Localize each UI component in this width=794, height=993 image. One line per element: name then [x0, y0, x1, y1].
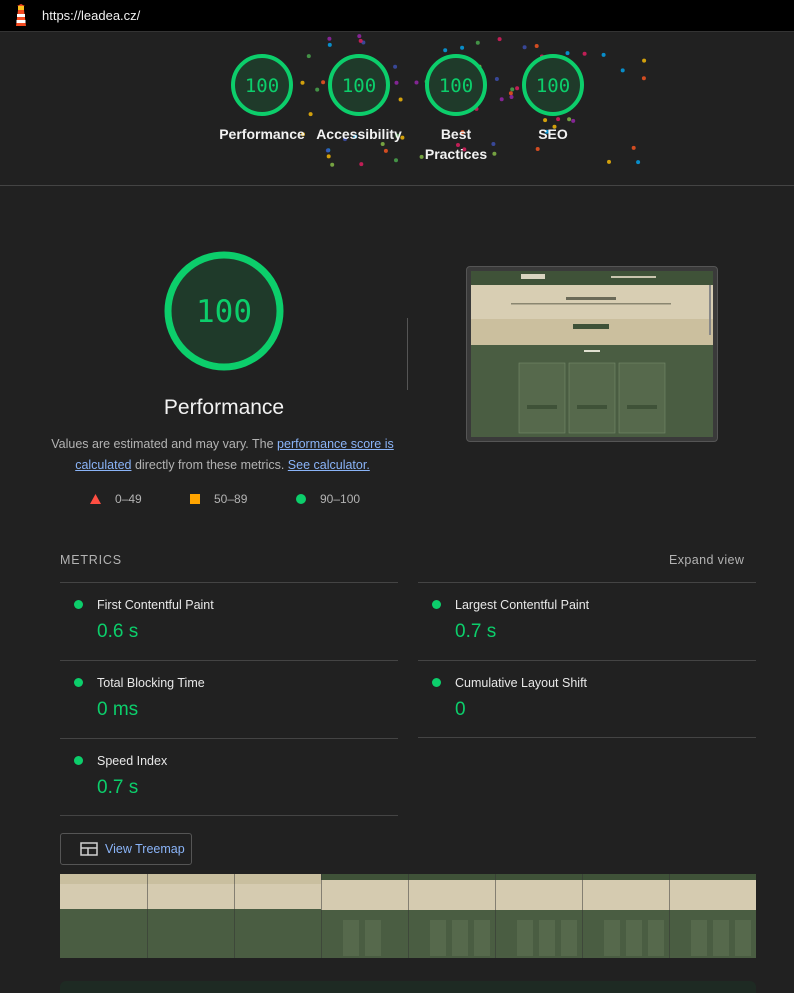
confetti-dot: [475, 40, 480, 45]
metric-name: Cumulative Layout Shift: [455, 676, 588, 690]
performance-title: Performance: [163, 396, 285, 419]
next-section-panel: [60, 981, 756, 993]
filmstrip-frame: [60, 874, 147, 958]
legend-fail: 0–49: [90, 492, 142, 506]
confetti-dot: [641, 76, 646, 81]
gauge-label-line1: Best: [440, 126, 472, 142]
pass-dot-icon: [74, 756, 83, 765]
confetti-dot: [326, 154, 331, 159]
performance-gauge: 100: [164, 251, 284, 371]
svg-text:100: 100: [196, 294, 252, 330]
gauge-performance[interactable]: 100 Performance: [207, 52, 317, 144]
gauge-seo[interactable]: 100 SEO: [498, 52, 608, 144]
confetti-dot: [497, 37, 502, 42]
pass-dot-icon: [74, 678, 83, 687]
filmstrip-frame: [582, 874, 669, 958]
confetti-dot: [325, 148, 330, 153]
gauge-label-line2: Practices: [424, 146, 488, 162]
desc-mid: directly from these metrics.: [131, 458, 288, 472]
confetti-dot: [383, 148, 388, 153]
screenshot-image: [471, 271, 713, 437]
square-icon: [190, 494, 200, 504]
confetti-dot: [394, 158, 398, 163]
gauge-ring-icon: 100: [425, 54, 487, 116]
gauge-accessibility[interactable]: 100 Accessibility: [304, 52, 414, 144]
confetti-dot: [460, 45, 465, 50]
confetti-dot: [357, 34, 362, 39]
metric-si: Speed Index 0.7 s: [60, 738, 398, 816]
gauge-label: SEO: [538, 126, 568, 142]
performance-description: Values are estimated and may vary. The p…: [50, 434, 395, 476]
metric-value: 0: [455, 699, 466, 720]
expand-view-toggle[interactable]: Expand view: [669, 553, 744, 567]
legend-average-label: 50–89: [214, 492, 248, 506]
vertical-divider: [407, 318, 408, 390]
gauge-ring-icon: 100: [328, 54, 390, 116]
confetti-dot: [327, 36, 332, 41]
treemap-label: View Treemap: [105, 842, 185, 856]
filmstrip-frame: [495, 874, 582, 958]
desc-start: Values are estimated and may vary. The: [51, 437, 278, 451]
metric-lcp: Largest Contentful Paint 0.7 s: [418, 582, 756, 660]
view-treemap-button[interactable]: View Treemap: [60, 833, 192, 865]
filmstrip-frame: [408, 874, 495, 958]
triangle-icon: [90, 494, 101, 504]
legend-pass: 90–100: [296, 492, 360, 506]
pass-dot-icon: [74, 600, 83, 609]
confetti-dot: [534, 44, 539, 48]
metric-name: Largest Contentful Paint: [455, 598, 590, 612]
svg-text:100: 100: [342, 75, 376, 97]
metric-value: 0.7 s: [97, 777, 139, 798]
lighthouse-icon: [16, 3, 26, 26]
legend-fail-label: 0–49: [115, 492, 142, 506]
svg-text:100: 100: [536, 75, 570, 97]
confetti-dot: [607, 159, 611, 164]
svg-text:100: 100: [245, 75, 279, 97]
pass-dot-icon: [432, 600, 441, 609]
gauge-label: Accessibility: [316, 126, 402, 142]
confetti-dot: [636, 160, 641, 165]
metric-name: Total Blocking Time: [97, 676, 205, 690]
metric-value: 0.7 s: [455, 621, 497, 642]
metric-cls: Cumulative Layout Shift 0: [418, 660, 756, 738]
gauge-ring-icon: 100: [231, 54, 293, 116]
filmstrip-frame: [234, 874, 321, 958]
metric-tbt: Total Blocking Time 0 ms: [60, 660, 398, 738]
circle-icon: [296, 494, 306, 504]
confetti-dot: [330, 162, 335, 167]
gauge-label: Performance: [219, 126, 305, 142]
metric-name: First Contentful Paint: [97, 598, 214, 612]
filmstrip-frame: [147, 874, 234, 958]
metric-fcp: First Contentful Paint 0.6 s: [60, 582, 398, 660]
top-bar: https://leadea.cz/: [0, 0, 794, 32]
confetti-dot: [358, 38, 363, 43]
pass-dot-icon: [432, 678, 441, 687]
gauge-label: Best Practices: [401, 124, 511, 164]
filmstrip: [60, 874, 756, 958]
metrics-heading: METRICS: [60, 553, 122, 567]
confetti-dot: [620, 68, 625, 73]
treemap-icon: [80, 842, 98, 856]
confetti-dot: [522, 45, 527, 50]
gauge-ring-icon: 100: [522, 54, 584, 116]
see-calculator-link[interactable]: See calculator.: [288, 458, 370, 472]
confetti-dot: [631, 145, 636, 150]
metric-value: 0.6 s: [97, 621, 139, 642]
gauge-best-practices[interactable]: 100 Best Practices: [401, 52, 511, 164]
metric-value: 0 ms: [97, 699, 139, 720]
scores-header: 100 Performance 100 Accessibility 100 Be…: [0, 32, 794, 186]
legend-pass-label: 90–100: [320, 492, 361, 506]
page-url[interactable]: https://leadea.cz/: [42, 8, 140, 23]
filmstrip-frame: [669, 874, 756, 958]
confetti-dot: [535, 147, 540, 151]
confetti-dot: [642, 58, 647, 63]
metric-name: Speed Index: [97, 754, 168, 768]
svg-text:100: 100: [439, 75, 473, 97]
confetti-dot: [327, 42, 332, 47]
final-screenshot[interactable]: [466, 266, 718, 442]
legend-average: 50–89: [190, 492, 247, 506]
filmstrip-frame: [321, 874, 408, 958]
confetti-dot: [359, 162, 364, 167]
